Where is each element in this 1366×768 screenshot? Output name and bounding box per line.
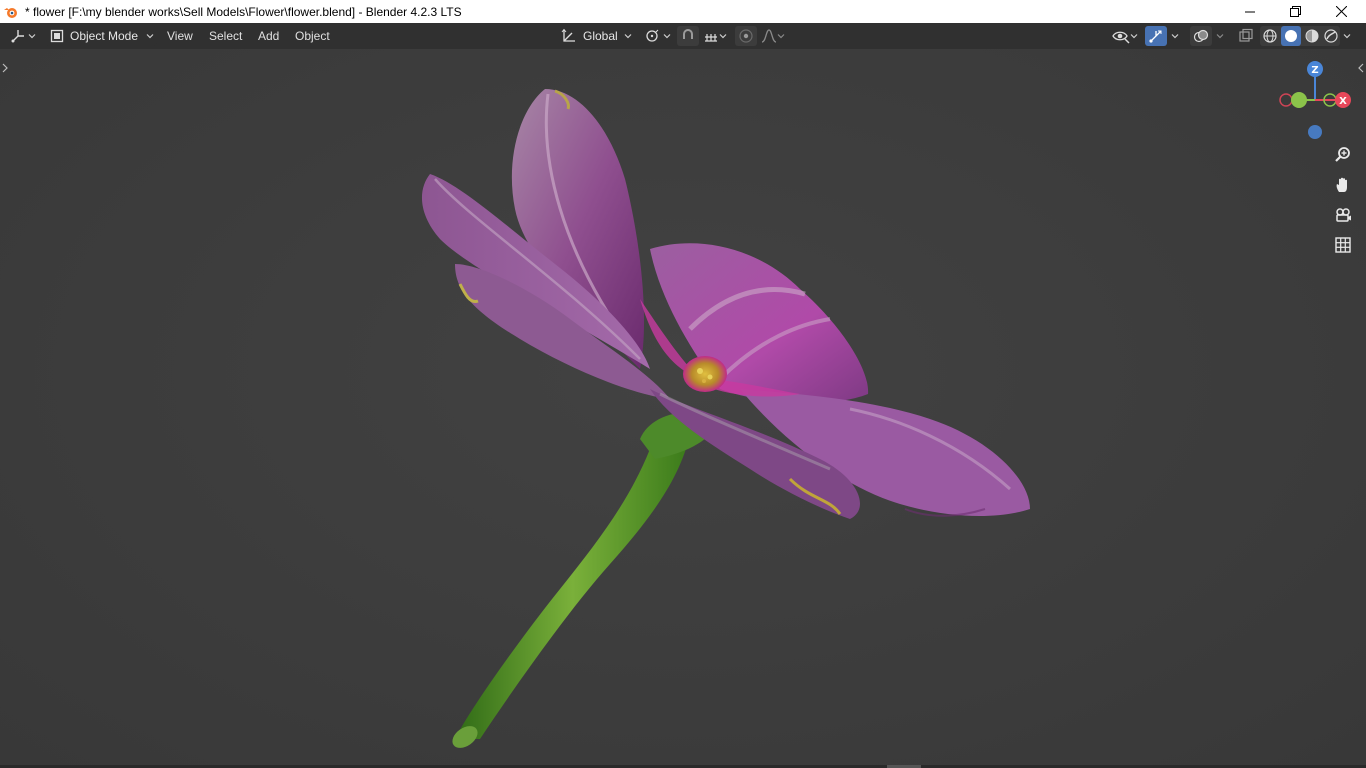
flower-model[interactable] bbox=[0, 49, 1366, 768]
chevron-down-icon bbox=[1343, 34, 1351, 39]
falloff-dropdown[interactable] bbox=[758, 26, 788, 46]
editor-type-3d-viewport-icon bbox=[11, 30, 24, 43]
gizmo-toggle-icon bbox=[1149, 30, 1162, 43]
menu-object[interactable]: Object bbox=[291, 26, 334, 46]
viewport-header: Object Mode View Select Add Object Globa… bbox=[0, 23, 1366, 49]
zoom-icon bbox=[1335, 147, 1350, 162]
pivot-point-icon bbox=[646, 29, 659, 42]
chevron-down-icon bbox=[624, 34, 632, 39]
material-preview-icon[interactable] bbox=[1304, 28, 1320, 44]
ortho-toggle-button[interactable] bbox=[1330, 232, 1356, 258]
navigation-gizmo[interactable]: Z X bbox=[1276, 57, 1356, 149]
chevron-down-icon bbox=[28, 34, 36, 39]
wireframe-shading-icon[interactable] bbox=[1262, 28, 1278, 44]
shading-mode-group bbox=[1260, 26, 1340, 46]
solid-shading-button[interactable] bbox=[1280, 26, 1301, 46]
window-title-bar: * flower [F:\my blender works\Sell Model… bbox=[0, 0, 1366, 23]
zoom-button[interactable] bbox=[1330, 142, 1356, 168]
chevron-down-icon bbox=[1216, 34, 1224, 39]
restore-icon bbox=[1289, 6, 1301, 17]
object-mode-dropdown[interactable]: Object Mode bbox=[45, 26, 157, 46]
camera-view-icon bbox=[1336, 208, 1351, 222]
proportional-editing-toggle[interactable] bbox=[735, 26, 757, 46]
snap-target-dropdown[interactable] bbox=[700, 26, 730, 46]
menu-select[interactable]: Select bbox=[205, 26, 246, 46]
falloff-curve-icon bbox=[761, 29, 777, 43]
chevron-down-icon bbox=[1130, 34, 1138, 39]
close-icon bbox=[1335, 6, 1347, 17]
pan-hand-icon bbox=[1336, 177, 1347, 192]
3d-viewport[interactable]: Z X bbox=[0, 49, 1366, 768]
chevron-down-icon bbox=[146, 34, 154, 39]
object-visibility-eye-icon bbox=[1112, 31, 1130, 44]
chevron-down-icon bbox=[777, 34, 785, 39]
snap-magnet-icon bbox=[683, 29, 693, 39]
camera-view-button[interactable] bbox=[1330, 202, 1356, 228]
object-visibility-dropdown[interactable] bbox=[1109, 26, 1141, 46]
shading-dropdown[interactable] bbox=[1340, 26, 1354, 46]
close-button[interactable] bbox=[1318, 0, 1364, 23]
overlays-toggle[interactable] bbox=[1190, 26, 1212, 46]
minimize-button[interactable] bbox=[1227, 0, 1273, 23]
pivot-point-dropdown[interactable] bbox=[643, 26, 673, 46]
snap-increment-icon bbox=[705, 34, 717, 42]
xray-toggle-icon bbox=[1239, 28, 1253, 42]
xray-toggle[interactable] bbox=[1235, 26, 1257, 46]
orientation-label: Global bbox=[583, 29, 618, 43]
chevron-down-icon bbox=[663, 34, 671, 39]
ortho-grid-icon bbox=[1335, 237, 1351, 253]
gizmos-dropdown[interactable] bbox=[1168, 26, 1182, 46]
editor-type-button[interactable] bbox=[10, 26, 40, 46]
chevron-down-icon bbox=[1171, 34, 1179, 39]
overlays-dropdown[interactable] bbox=[1213, 26, 1227, 46]
blender-logo-icon bbox=[4, 7, 17, 18]
restore-button[interactable] bbox=[1272, 0, 1318, 23]
chevron-down-icon bbox=[719, 34, 727, 39]
mode-label: Object Mode bbox=[70, 29, 139, 43]
pan-button[interactable] bbox=[1330, 172, 1356, 198]
menu-add[interactable]: Add bbox=[254, 26, 283, 46]
gizmos-toggle[interactable] bbox=[1145, 26, 1167, 46]
gizmo-x-label: X bbox=[1339, 96, 1347, 107]
menu-view[interactable]: View bbox=[163, 26, 197, 46]
window-title: * flower [F:\my blender works\Sell Model… bbox=[25, 4, 462, 19]
orientation-icon bbox=[561, 28, 575, 42]
minimize-icon bbox=[1245, 11, 1255, 12]
proportional-editing-icon bbox=[739, 29, 753, 43]
object-mode-icon bbox=[50, 29, 64, 43]
solid-shading-icon bbox=[1284, 30, 1297, 42]
gizmo-z-label: Z bbox=[1311, 65, 1318, 76]
rendered-shading-icon[interactable] bbox=[1323, 28, 1339, 44]
snap-toggle[interactable] bbox=[677, 26, 699, 46]
transform-orientation-dropdown[interactable]: Global bbox=[557, 26, 637, 46]
overlays-icon bbox=[1193, 29, 1209, 43]
